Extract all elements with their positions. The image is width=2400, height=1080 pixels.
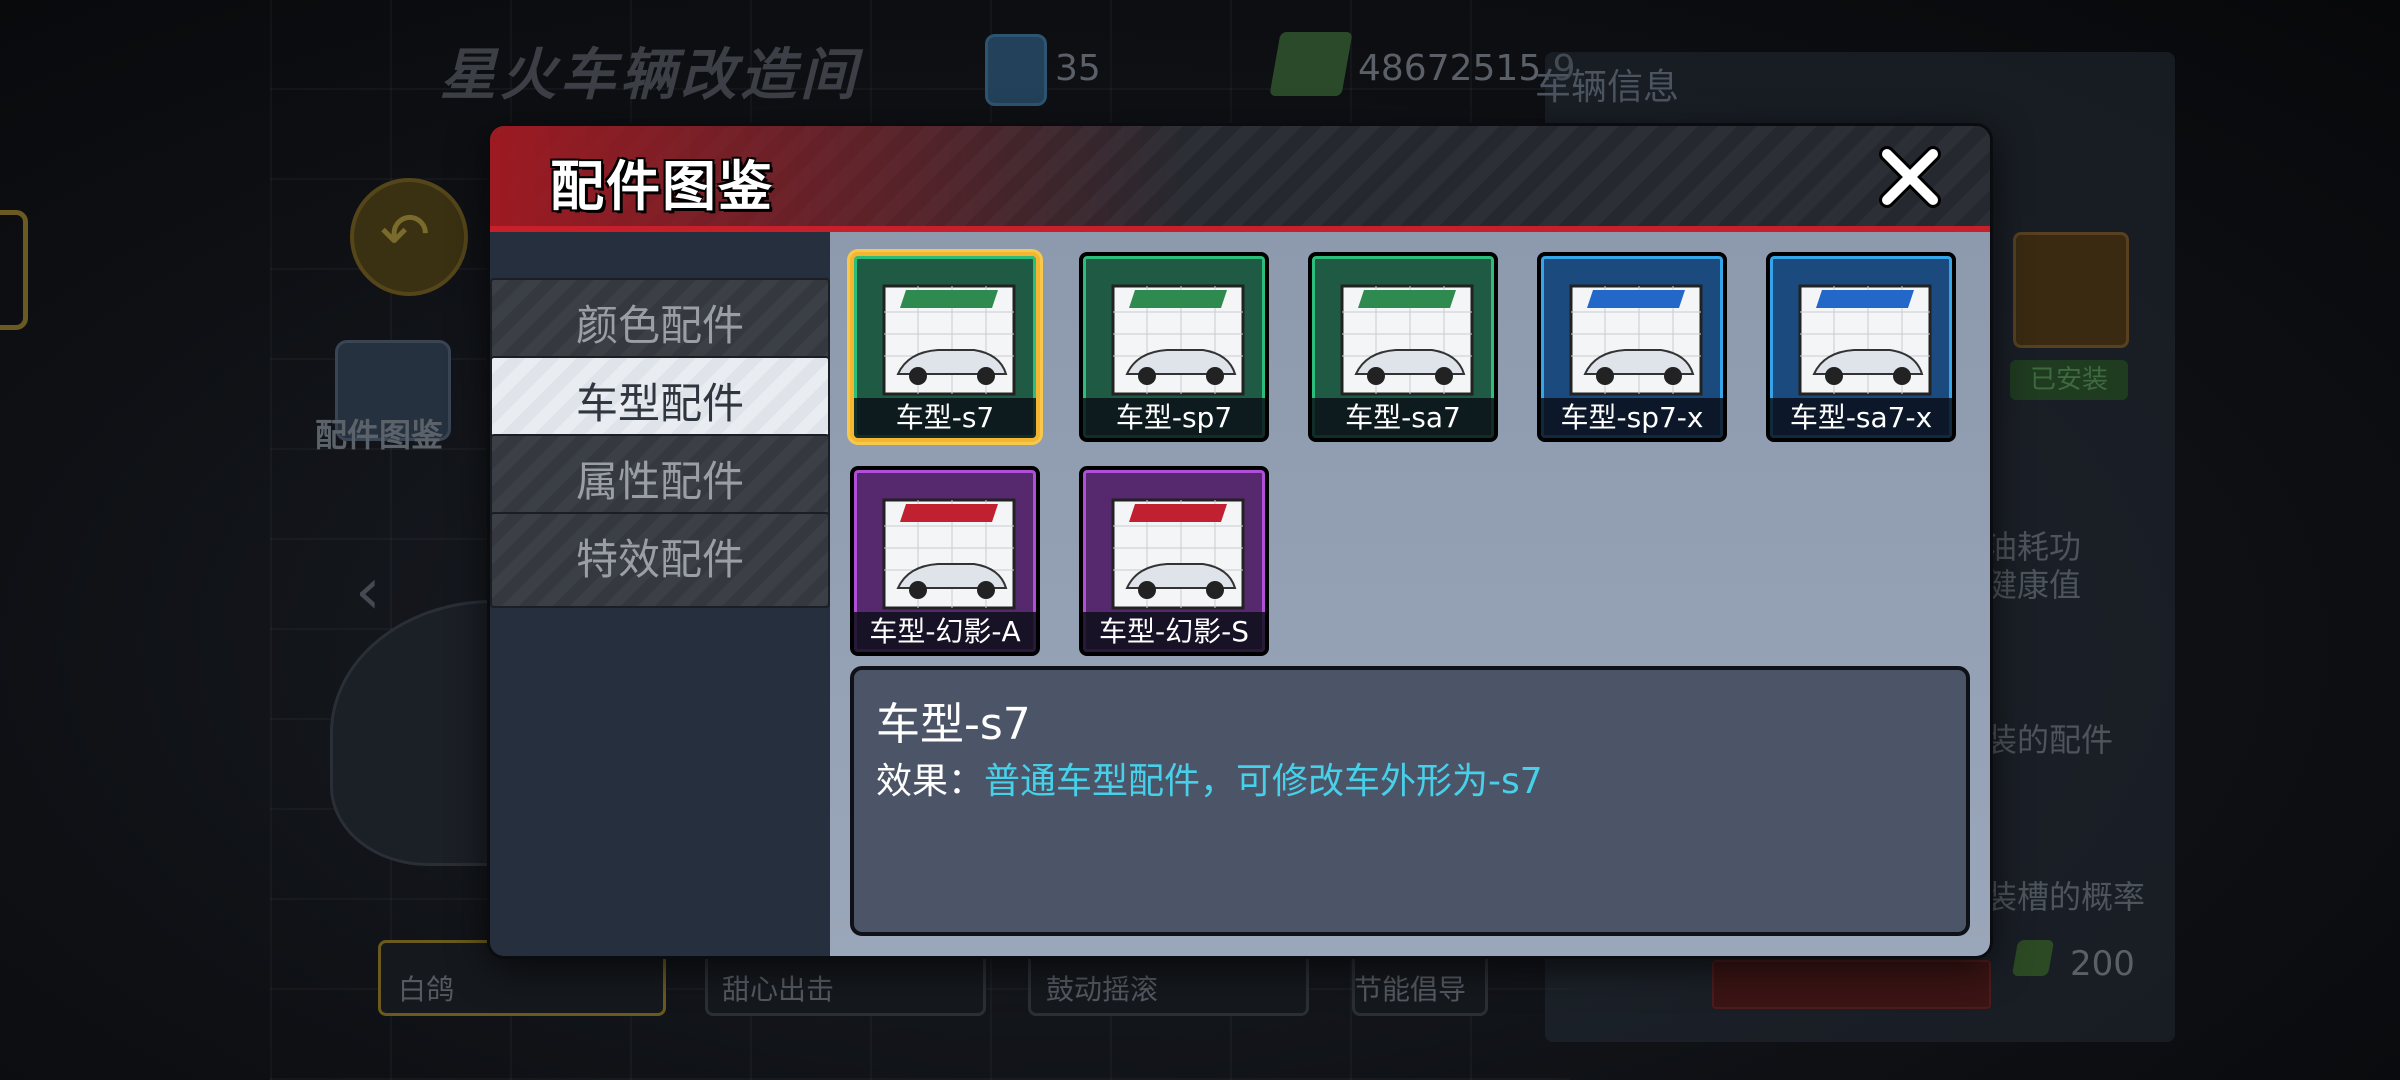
part-card-label: 车型-s7 [854,398,1036,438]
effect-text: 普通车型配件，可修改车外形为-s7 [984,761,1543,802]
blueprint-car-icon [1798,284,1932,396]
blueprint-car-icon [882,284,1016,396]
blueprint-car-icon [1569,284,1703,396]
garage-title: 星火车辆改造间 [440,43,860,108]
side-text: 健康值 [1985,566,2082,604]
lock-icon [985,34,1047,106]
installed-part-icon [2013,232,2129,348]
part-card[interactable]: 车型-幻影-S [1079,466,1269,656]
tab-effect-parts[interactable]: 特效配件 [490,512,830,608]
catalog-button-label: 配件图鉴 [315,416,444,454]
detail-part-name: 车型-s7 [876,699,1031,750]
side-text: 装的配件 [1985,721,2114,759]
part-card-label: 车型-sp7-x [1541,398,1723,438]
close-button[interactable] [1875,142,1945,212]
coin-value: 200 [2070,944,2135,984]
cash-icon [1269,32,1353,96]
blueprint-car-icon [1111,498,1245,610]
vehicle-slot-label: 甜心出击 [722,973,835,1006]
part-card[interactable]: 车型-s7 [850,252,1040,442]
part-card[interactable]: 车型-sa7 [1308,252,1498,442]
lock-count: 35 [1055,48,1101,89]
cash-icon [2011,940,2055,976]
part-card[interactable]: 车型-幻影-A [850,466,1040,656]
blueprint-car-icon [1111,284,1245,396]
part-card-label: 车型-幻影-S [1083,612,1265,652]
category-sidebar: 颜色配件 车型配件 属性配件 特效配件 [490,232,830,956]
part-card[interactable]: 车型-sp7 [1079,252,1269,442]
detail-effect: 效果：普通车型配件，可修改车外形为-s7 [876,752,1543,804]
effect-label: 效果： [876,761,985,802]
part-detail-box: 车型-s7 效果：普通车型配件，可修改车外形为-s7 [850,666,1970,936]
blueprint-car-icon [882,498,1016,610]
modal-title: 配件图鉴 [550,155,774,218]
vehicle-slot-label: 白鸽 [398,973,455,1006]
part-card[interactable]: 车型-sp7-x [1537,252,1727,442]
side-text: 装槽的概率 [1985,878,2146,916]
part-card-label: 车型-sa7 [1312,398,1494,438]
part-card[interactable]: 车型-sa7-x [1766,252,1956,442]
part-card-label: 车型-sp7 [1083,398,1265,438]
parts-grid: 车型-s7 车型-sp7 车型-sa7 车型-sp7-x 车型-sa7-x 车型-幻影-A… [830,232,1990,956]
vehicle-slot-label: 节能倡导 [1354,973,1467,1006]
parts-catalog-modal: 配件图鉴 颜色配件 车型配件 属性配件 特效配件 车型-s7 车型-sp7 车型-s… [490,126,1990,956]
vehicle-slot-label: 鼓动摇滚 [1046,973,1159,1006]
installed-badge: 已安装 [2010,360,2128,400]
modal-header: 配件图鉴 [490,126,1990,232]
assemble-button[interactable] [1712,960,1991,1009]
chevron-left-icon[interactable]: ‹ [355,555,381,629]
blueprint-car-icon [1340,284,1474,396]
vehicle-info-title: 车辆信息 [1535,67,1680,108]
back-arrow-icon: ↶ [380,200,431,270]
back-button[interactable]: ↶ [350,178,468,296]
close-x-icon [1879,146,1941,208]
part-card-label: 车型-sa7-x [1770,398,1952,438]
hex-frame-icon [0,210,28,330]
part-card-label: 车型-幻影-A [854,612,1036,652]
